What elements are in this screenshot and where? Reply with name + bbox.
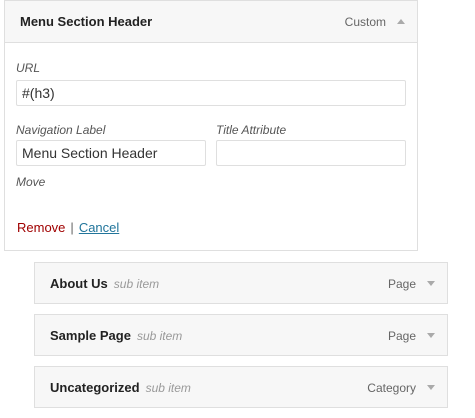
menu-item-header-bar[interactable]: Menu Section Header Custom: [5, 1, 417, 43]
sub-item-title: Sample Page sub item: [50, 328, 183, 343]
sub-item-type: Page: [387, 329, 416, 343]
url-label: URL: [16, 61, 41, 75]
arrow-down-icon[interactable]: [427, 281, 435, 286]
menu-item-title: Menu Section Header: [20, 14, 153, 29]
sub-item-type: Category: [367, 381, 416, 395]
navigation-label-label: Navigation Label: [16, 123, 106, 137]
cancel-link[interactable]: Cancel: [79, 220, 119, 235]
menu-item-settings-panel: Menu Section Header Custom URL Navigatio…: [4, 0, 418, 251]
menu-item-sample-page[interactable]: Sample Page sub item Page: [34, 314, 448, 356]
arrow-down-icon[interactable]: [427, 385, 435, 390]
sub-item-tag: sub item: [136, 329, 183, 343]
title-attribute-input[interactable]: [216, 140, 406, 166]
sub-item-title: Uncategorized sub item: [50, 380, 191, 395]
arrow-up-icon[interactable]: [397, 19, 405, 24]
url-input[interactable]: [16, 80, 406, 106]
menu-item-type: Custom: [344, 15, 386, 29]
move-label: Move: [16, 175, 46, 189]
navigation-label-input[interactable]: [16, 140, 206, 166]
sub-item-type: Page: [387, 277, 416, 291]
sub-item-tag: sub item: [145, 381, 191, 395]
title-attribute-label: Title Attribute: [216, 123, 287, 137]
remove-link[interactable]: Remove: [17, 220, 65, 235]
sub-item-tag: sub item: [113, 277, 160, 291]
menu-item-about-us[interactable]: About Us sub item Page: [34, 262, 448, 304]
sub-item-title: About Us sub item: [50, 276, 160, 291]
arrow-down-icon[interactable]: [427, 333, 435, 338]
item-actions: Remove | Cancel: [17, 220, 119, 235]
action-separator: |: [70, 220, 74, 235]
menu-item-uncategorized[interactable]: Uncategorized sub item Category: [34, 366, 448, 408]
